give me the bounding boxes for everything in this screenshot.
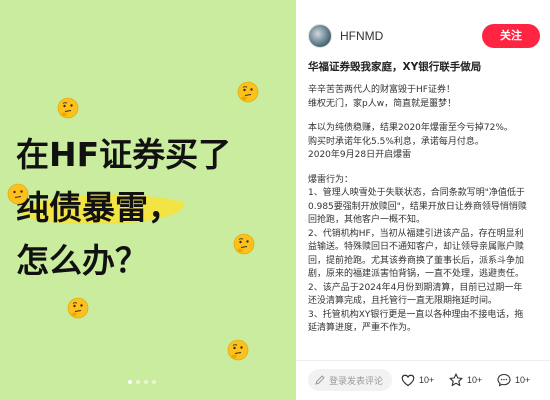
text-line: 回抢跑，其他客户一概不知。 [308,215,426,225]
comment-input[interactable]: 登录发表评论 [308,369,392,391]
comment-count: 10+ [515,375,531,385]
author-name[interactable]: HFNMD [340,29,383,43]
text-line: 回，提前抢跑。尤其该券商换了董事长后，派系斗争加 [308,255,525,266]
text-line: 0.985要强制开放赎回"，结果开放日让券商领导悄悄赎 [308,201,527,212]
thinking-face-emoji [7,183,29,205]
intro-paragraph: 辛辛苦苦两代人的财富毁于HF证券！ 维权无门，家p人w，简直就是噩梦！ [308,84,544,111]
like-button[interactable]: 10+ [400,371,434,389]
text-line: 益输送。特殊赎回日不通知客户，却让领导亲属账户赎 [308,242,525,252]
thinking-face-emoji [227,339,249,361]
heart-icon [401,374,415,387]
engagement-bar: 登录发表评论 10+ 10+ 10+ [296,360,550,400]
thinking-face-emoji [57,97,79,119]
comment-placeholder: 登录发表评论 [329,377,384,387]
text-line: 延清算进度，严重不作为。 [308,323,417,333]
collect-button[interactable]: 10+ [448,371,482,389]
avatar[interactable] [308,24,332,48]
text-line: 维权无门，家p人w，简直就是噩梦！ [308,98,457,109]
text-line: 3、托管机构XY银行更是一直以各种理由不接电话，拖 [308,309,524,320]
thinking-face-emoji [233,233,255,255]
text-line: 本以为纯债稳赚，结果2020年爆雷至今亏掉72%。 [308,123,513,133]
product-paragraph: 本以为纯债稳赚，结果2020年爆雷至今亏掉72%。 购买时承诺年化5.5%利息，… [308,122,544,163]
post-panel: HFNMD 关注 华福证券毁我家庭，XY银行联手做局 辛辛苦苦两代人的财富毁于H… [296,0,550,400]
follow-button[interactable]: 关注 [482,24,540,48]
text-line: 辛辛苦苦两代人的财富毁于HF证券！ [308,85,455,95]
comment-button[interactable]: 10+ [496,371,530,389]
post-title: 华福证券毁我家庭，XY银行联手做局 [308,61,482,73]
author-bar: HFNMD 关注 [296,0,550,52]
star-icon [449,373,463,387]
text-line: 剧，原来的福建派害怕背锅，一直不处理，逃避责任。 [308,269,525,279]
text-line: 2、代销机构HF，当初从福建引进该产品，存在明显利 [308,228,524,239]
actions-paragraph: 爆雷行为： 1、管理人映雪处于失联状态，合同条款写明"净值低于 0.985要强制… [308,174,544,336]
carousel-indicator [128,380,156,384]
text-line: 2、该产品于2024年4月份到期清算，目前已过期一年 [308,282,523,293]
post-body: 华福证券毁我家庭，XY银行联手做局 辛辛苦苦两代人的财富毁于HF证券！ 维权无门… [308,60,544,360]
headline-line-3: 怎么办？ [16,241,148,280]
text-line: 购买时承诺年化5.5%利息，承诺每月付息。 [308,136,484,147]
star-count: 10+ [467,375,483,385]
text-line: 还没清算完成，且托管行一直无限期拖延时间。 [308,296,498,306]
carousel-dot[interactable] [136,380,140,384]
carousel-dot[interactable] [152,380,156,384]
like-count: 10+ [419,375,435,385]
text-line: 2020年9月28日开启爆雷 [308,150,412,160]
carousel-dot[interactable] [128,380,132,384]
headline-line-2: 纯债暴雷， [16,188,181,227]
headline-line-1: 在HF证券买了 [16,135,232,174]
thinking-face-emoji [237,81,259,103]
thinking-face-emoji [67,297,89,319]
section-heading: 爆雷行为： [308,174,354,185]
comment-bubble-icon [497,373,511,387]
post-image[interactable]: 在HF证券买了 纯债暴雷， 怎么办？ [0,0,296,400]
text-line: 1、管理人映雪处于失联状态，合同条款写明"净值低于 [308,188,525,198]
pencil-icon [315,375,325,385]
carousel-dot[interactable] [144,380,148,384]
